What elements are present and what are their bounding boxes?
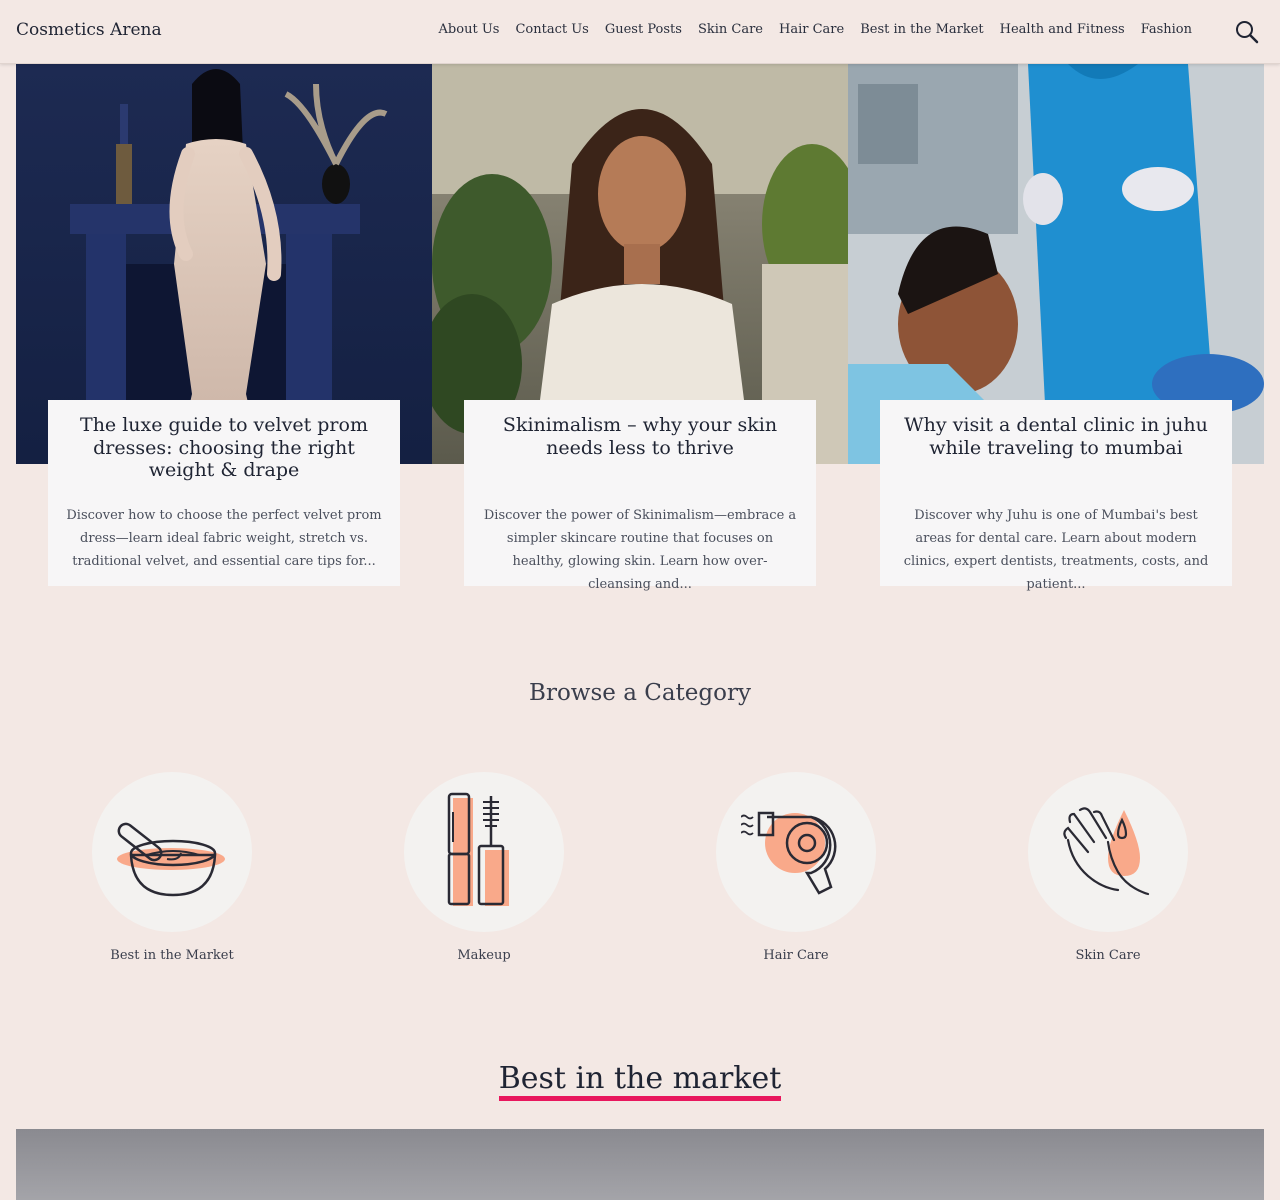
featured-card-dental-clinic[interactable]: Why visit a dental clinic in juhu while … xyxy=(880,400,1232,592)
category-icon-circle[interactable] xyxy=(716,772,876,932)
mascara-lipstick-icon xyxy=(447,792,509,906)
hand-drop-icon xyxy=(1063,807,1150,896)
nav-fashion[interactable]: Fashion xyxy=(1141,22,1192,37)
featured-excerpt: Discover why Juhu is one of Mumbai's bes… xyxy=(903,508,1209,592)
nav-guest-posts[interactable]: Guest Posts xyxy=(605,22,682,37)
featured-posts: The luxe guide to velvet prom dresses: c… xyxy=(16,64,1264,592)
site-header: Cosmetics Arena About Us Contact Us Gues… xyxy=(0,0,1280,64)
featured-excerpt: Discover the power of Skinimalism—embrac… xyxy=(483,508,797,592)
category-label[interactable]: Skin Care xyxy=(1028,948,1188,963)
featured-card-skinimalism[interactable]: Skinimalism – why your skin needs less t… xyxy=(464,400,816,592)
category-label[interactable]: Best in the Market xyxy=(92,948,252,963)
category-label[interactable]: Makeup xyxy=(404,948,564,963)
featured-title[interactable]: The luxe guide to velvet prom dresses: c… xyxy=(66,414,382,504)
category-makeup[interactable]: Makeup xyxy=(404,772,564,963)
category-hair-care[interactable]: Hair Care xyxy=(716,772,876,963)
nav-health-and-fitness[interactable]: Health and Fitness xyxy=(1000,22,1125,37)
nav-about-us[interactable]: About Us xyxy=(439,22,500,37)
nav-best-in-the-market[interactable]: Best in the Market xyxy=(860,22,983,37)
category-skin-care[interactable]: Skin Care xyxy=(1028,772,1188,963)
featured-card-velvet-dress[interactable]: The luxe guide to velvet prom dresses: c… xyxy=(48,400,400,586)
best-in-market-title: Best in the market xyxy=(498,1062,782,1101)
category-label[interactable]: Hair Care xyxy=(716,948,876,963)
search-icon[interactable] xyxy=(1234,19,1260,45)
nav-hair-care[interactable]: Hair Care xyxy=(779,22,844,37)
nav-contact-us[interactable]: Contact Us xyxy=(515,22,588,37)
featured-excerpt: Discover how to choose the perfect velve… xyxy=(66,508,382,569)
category-best-in-the-market[interactable]: Best in the Market xyxy=(92,772,252,963)
category-icon-circle[interactable] xyxy=(92,772,252,932)
best-in-market-banner[interactable] xyxy=(16,1129,1264,1200)
category-icon-circle[interactable] xyxy=(404,772,564,932)
main-nav: About Us Contact Us Guest Posts Skin Car… xyxy=(423,22,1192,37)
category-icon-circle[interactable] xyxy=(1028,772,1188,932)
hair-dryer-icon xyxy=(741,811,837,895)
mortar-bowl-icon xyxy=(117,822,225,897)
site-logo[interactable]: Cosmetics Arena xyxy=(16,20,162,40)
browse-category-heading: Browse a Category xyxy=(529,680,751,706)
featured-title[interactable]: Skinimalism – why your skin needs less t… xyxy=(482,414,798,504)
nav-skin-care[interactable]: Skin Care xyxy=(698,22,763,37)
best-in-market-heading: Best in the market xyxy=(0,1062,1280,1101)
featured-title[interactable]: Why visit a dental clinic in juhu while … xyxy=(898,414,1214,504)
